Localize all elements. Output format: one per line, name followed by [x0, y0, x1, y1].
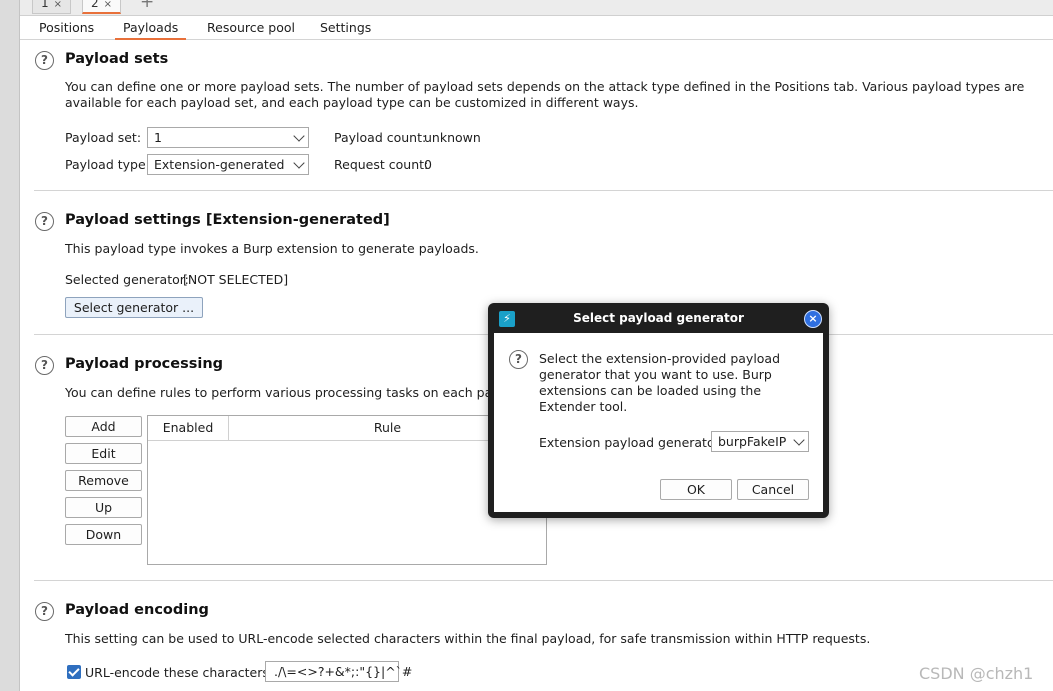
help-icon[interactable]: ? [35, 51, 54, 70]
tab-resource-pool[interactable]: Resource pool [199, 19, 303, 40]
move-rule-up-button[interactable]: Up [65, 497, 142, 518]
payload-type-value: Extension-generated [154, 157, 285, 172]
dialog-title: Select payload generator [573, 311, 744, 325]
payload-type-label: Payload type: [65, 157, 150, 172]
tab-positions[interactable]: Positions [31, 19, 102, 40]
chevron-down-icon [293, 130, 305, 142]
url-encode-label: URL-encode these characters: [85, 665, 274, 680]
tab-payloads[interactable]: Payloads [115, 19, 187, 40]
close-icon[interactable]: × [804, 310, 822, 328]
dialog-message: Select the extension-provided payload ge… [539, 351, 781, 414]
url-encode-checkbox[interactable] [67, 665, 81, 679]
payload-count-value: unknown [424, 130, 481, 145]
payload-sets-heading: Payload sets [65, 51, 169, 67]
extension-generator-value: burpFakeIP [718, 434, 787, 449]
request-tab-2[interactable]: 2 × [82, 0, 122, 14]
payload-processing-heading: Payload processing [65, 356, 224, 372]
add-tab-icon[interactable]: + [140, 0, 154, 12]
add-rule-button[interactable]: Add [65, 416, 142, 437]
close-icon[interactable]: × [104, 0, 112, 10]
section-divider [34, 190, 1053, 191]
request-count-value: 0 [424, 157, 432, 172]
request-tab-label: 2 [91, 0, 99, 10]
help-icon[interactable]: ? [35, 602, 54, 621]
payload-set-select[interactable]: 1 [147, 127, 309, 148]
help-icon: ? [509, 350, 528, 369]
move-rule-down-button[interactable]: Down [65, 524, 142, 545]
payload-settings-description: This payload type invokes a Burp extensi… [65, 241, 479, 256]
payload-set-label: Payload set: [65, 130, 142, 145]
chevron-down-icon [293, 157, 305, 169]
payload-type-select[interactable]: Extension-generated [147, 154, 309, 175]
request-tab-label: 1 [41, 0, 49, 10]
payload-encoding-description: This setting can be used to URL-encode s… [65, 631, 871, 646]
chevron-down-icon [793, 434, 805, 446]
left-side-strip [0, 0, 20, 691]
section-divider [34, 580, 1053, 581]
request-count-label: Request count: [334, 157, 429, 172]
close-icon[interactable]: × [54, 0, 62, 10]
column-header-enabled[interactable]: Enabled [148, 416, 229, 441]
dialog-body: ? Select the extension-provided payload … [494, 333, 823, 512]
payload-settings-heading: Payload settings [Extension-generated] [65, 212, 390, 228]
selected-generator-label: Selected generator: [65, 272, 189, 287]
cancel-button[interactable]: Cancel [737, 479, 809, 500]
request-tabs-bar: 1 × 2 × + [20, 0, 1053, 16]
ok-button[interactable]: OK [660, 479, 732, 500]
edit-rule-button[interactable]: Edit [65, 443, 142, 464]
help-icon[interactable]: ? [35, 356, 54, 375]
payload-encoding-heading: Payload encoding [65, 602, 209, 618]
extension-generator-select[interactable]: burpFakeIP [711, 431, 809, 452]
processing-rules-table[interactable]: Enabled Rule [147, 415, 547, 565]
selected-generator-value: [NOT SELECTED] [183, 272, 289, 287]
payload-count-label: Payload count: [334, 130, 427, 145]
select-generator-button[interactable]: Select generator ... [65, 297, 203, 318]
extension-generator-label: Extension payload generator: [539, 435, 724, 450]
url-encode-characters-field[interactable]: ./\=<>?+&*;:"{}|^`# [265, 661, 412, 682]
payload-set-value: 1 [154, 130, 162, 145]
intruder-sub-tabs: Positions Payloads Resource pool Setting… [20, 16, 1053, 40]
payload-sets-description: You can define one or more payload sets.… [65, 79, 1025, 110]
watermark: CSDN @chzh1 [919, 664, 1034, 683]
request-tab-1[interactable]: 1 × [32, 0, 72, 14]
select-payload-generator-dialog: ⚡ Select payload generator × ? Select th… [488, 303, 829, 518]
help-icon[interactable]: ? [35, 212, 54, 231]
tab-settings[interactable]: Settings [312, 19, 379, 40]
remove-rule-button[interactable]: Remove [65, 470, 142, 491]
